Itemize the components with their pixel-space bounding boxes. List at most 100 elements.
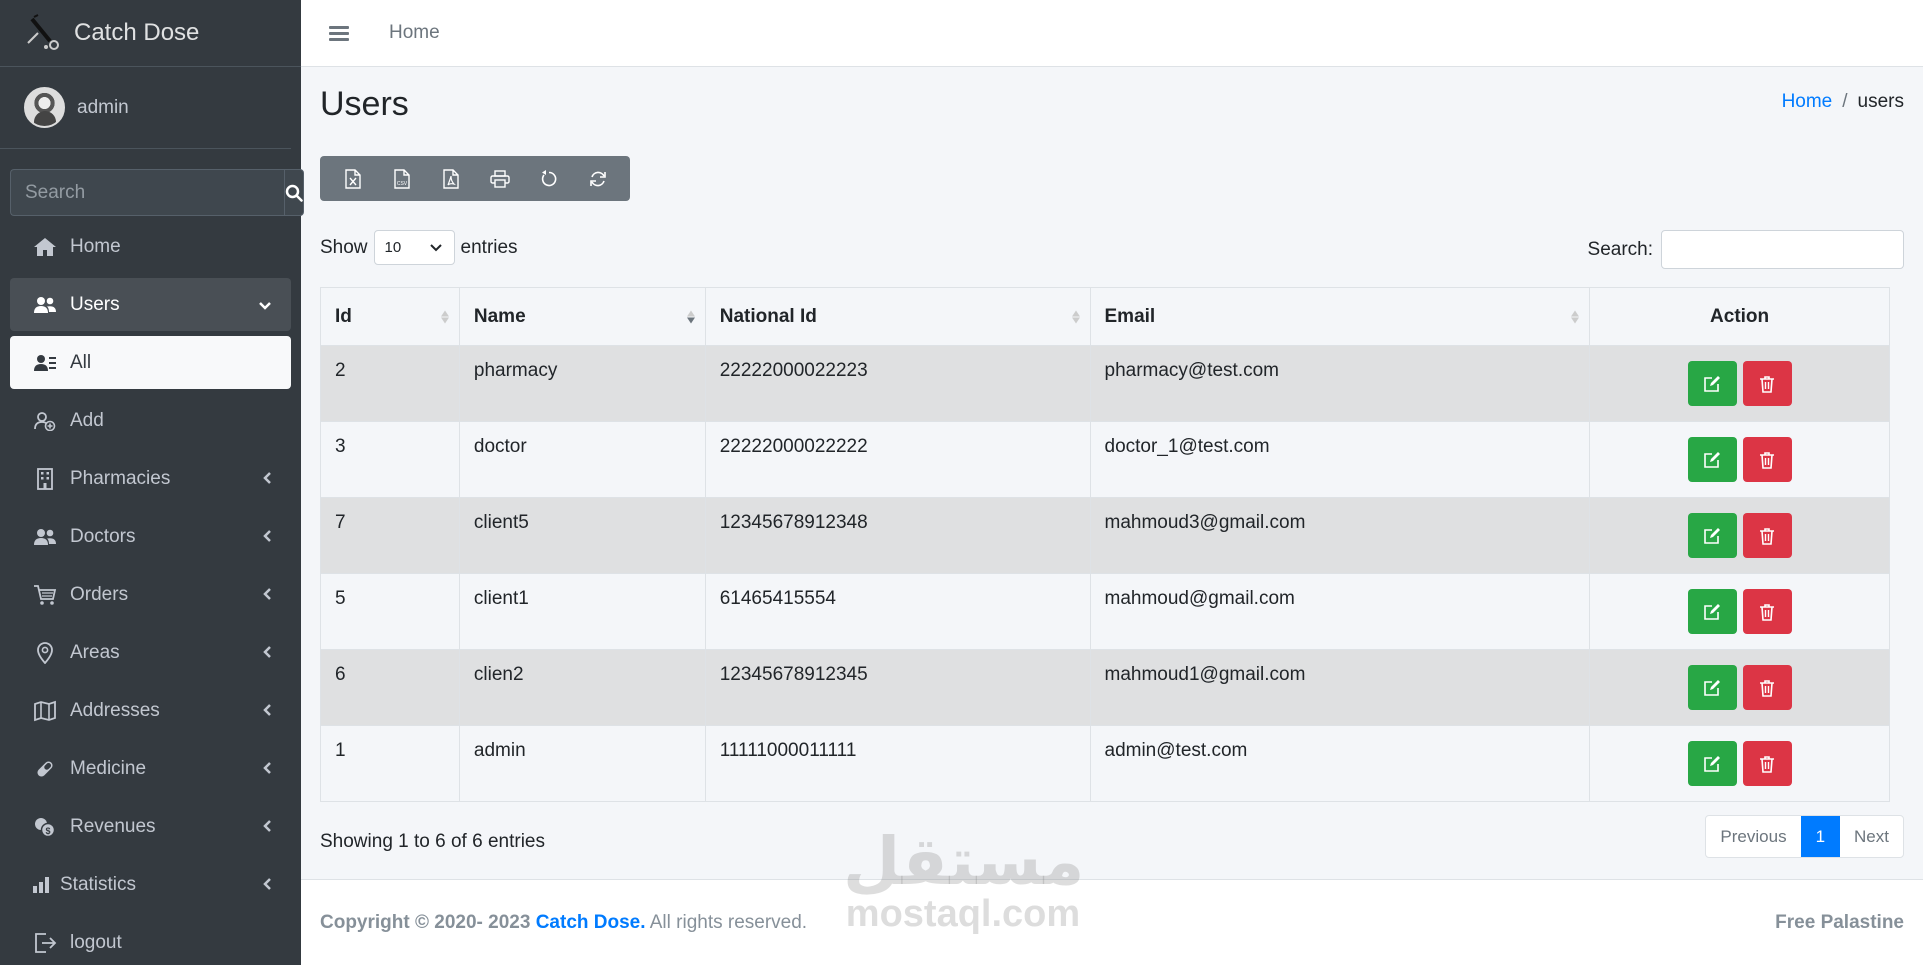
pagination: Previous 1 Next: [1705, 815, 1904, 858]
table-header-row: Id Name National Id Email Action: [320, 287, 1890, 346]
edit-button[interactable]: [1687, 513, 1737, 558]
sidebar-item-areas[interactable]: Areas: [10, 626, 291, 679]
header-home-link[interactable]: Home: [389, 22, 440, 44]
reset-button[interactable]: [524, 156, 573, 201]
chevron-left-icon: [263, 816, 271, 838]
delete-button[interactable]: [1742, 361, 1792, 406]
table-search-input[interactable]: [1661, 230, 1904, 269]
cell-email: mahmoud@gmail.com: [1089, 573, 1591, 650]
column-header-id[interactable]: Id: [320, 287, 460, 346]
sidebar-item-orders[interactable]: Orders: [10, 568, 291, 621]
trash-icon: [1760, 451, 1775, 469]
sidebar-item-pharmacies[interactable]: Pharmacies: [10, 452, 291, 505]
next-page-button[interactable]: Next: [1840, 816, 1903, 857]
chevron-left-icon: [263, 758, 271, 780]
footer-brand-link[interactable]: Catch Dose.: [536, 912, 646, 933]
previous-page-button[interactable]: Previous: [1706, 816, 1800, 857]
chevron-down-icon: [429, 243, 442, 251]
edit-button[interactable]: [1687, 741, 1737, 786]
chevron-left-icon: [263, 874, 271, 896]
table-row: 3 doctor 22222000022222 doctor_1@test.co…: [320, 421, 1890, 498]
brand-link[interactable]: Catch Dose: [0, 0, 301, 67]
sidebar-item-label: Users: [70, 293, 120, 315]
delete-button[interactable]: [1742, 589, 1792, 634]
svg-text:$: $: [45, 826, 50, 836]
delete-button[interactable]: [1742, 437, 1792, 482]
entries-length: Show 10 entries: [320, 230, 518, 265]
sidebar-item-doctors[interactable]: Doctors: [10, 510, 291, 563]
cell-national-id: 12345678912345: [704, 649, 1091, 726]
edit-icon: [1704, 527, 1721, 544]
edit-button[interactable]: [1687, 589, 1737, 634]
column-label: Email: [1104, 305, 1156, 327]
sidebar-item-addresses[interactable]: Addresses: [10, 684, 291, 737]
edit-icon: [1704, 755, 1721, 772]
user-name[interactable]: admin: [77, 97, 129, 119]
sidebar-item-label: Home: [70, 235, 121, 257]
column-header-national-id[interactable]: National Id: [704, 287, 1091, 346]
excel-export-button[interactable]: [328, 156, 377, 201]
pill-icon: [32, 756, 58, 782]
chevron-left-icon: [263, 642, 271, 664]
edit-button[interactable]: [1687, 437, 1737, 482]
column-header-email[interactable]: Email: [1089, 287, 1591, 346]
footer-copyright: Copyright © 2020- 2023 Catch Dose. All r…: [320, 912, 807, 934]
column-header-action: Action: [1589, 287, 1890, 346]
column-header-name[interactable]: Name: [458, 287, 706, 346]
coins-icon: $: [32, 814, 58, 840]
sidebar-item-medicine[interactable]: Medicine: [10, 742, 291, 795]
sidebar-item-home[interactable]: Home: [10, 220, 291, 273]
table-row: 6 clien2 12345678912345 mahmoud1@gmail.c…: [320, 649, 1890, 726]
sidebar-item-label: All: [70, 351, 92, 373]
bar-chart-icon: [28, 872, 54, 898]
footer: Copyright © 2020- 2023 Catch Dose. All r…: [301, 879, 1923, 965]
edit-button[interactable]: [1687, 361, 1737, 406]
delete-button[interactable]: [1742, 665, 1792, 710]
pdf-export-button[interactable]: [426, 156, 475, 201]
sidebar-search-button[interactable]: [284, 169, 304, 216]
menu-toggle-icon[interactable]: [329, 23, 349, 44]
trash-icon: [1760, 755, 1775, 773]
delete-button[interactable]: [1742, 513, 1792, 558]
edit-icon: [1704, 603, 1721, 620]
edit-icon: [1704, 451, 1721, 468]
print-button[interactable]: [475, 156, 524, 201]
reload-button[interactable]: [573, 156, 622, 201]
page-1-button[interactable]: 1: [1800, 816, 1841, 857]
cell-email: mahmoud3@gmail.com: [1089, 497, 1591, 574]
sidebar: Catch Dose admin Home Users All Add: [0, 0, 304, 965]
cell-national-id: 22222000022223: [704, 345, 1091, 422]
sidebar-item-add[interactable]: Add: [10, 394, 291, 447]
cell-email: mahmoud1@gmail.com: [1089, 649, 1591, 726]
edit-button[interactable]: [1687, 665, 1737, 710]
sidebar-item-label: Medicine: [70, 757, 147, 779]
home-icon: [32, 234, 58, 260]
sidebar-search: [10, 169, 304, 216]
sidebar-item-label: Statistics: [60, 873, 137, 895]
delete-button[interactable]: [1742, 741, 1792, 786]
csv-export-button[interactable]: CSV: [377, 156, 426, 201]
sidebar-item-statistics[interactable]: Statistics: [10, 858, 291, 911]
reload-icon: [589, 171, 606, 186]
table-row: 1 admin 11111000011111 admin@test.com: [320, 725, 1890, 802]
entries-select[interactable]: 10: [373, 230, 455, 265]
cell-id: 1: [320, 725, 460, 802]
copyright-text: Copyright © 2020- 2023: [320, 911, 531, 933]
cell-name: client5: [458, 497, 706, 574]
user-panel[interactable]: admin: [0, 67, 291, 149]
sidebar-item-users[interactable]: Users: [10, 278, 291, 331]
sidebar-search-input[interactable]: [10, 169, 284, 216]
sidebar-item-revenues[interactable]: $ Revenues: [10, 800, 291, 853]
sidebar-item-logout[interactable]: logout: [10, 916, 291, 965]
user-list-icon: [32, 350, 58, 376]
cell-id: 7: [320, 497, 460, 574]
breadcrumb: Home / users: [1782, 91, 1904, 113]
trash-icon: [1760, 375, 1775, 393]
breadcrumb-home[interactable]: Home: [1782, 91, 1833, 113]
sidebar-item-all[interactable]: All: [10, 336, 291, 389]
cell-national-id: 12345678912348: [704, 497, 1091, 574]
trash-icon: [1760, 603, 1775, 621]
sort-icon: [440, 310, 449, 323]
brand-logo-icon: [27, 14, 59, 50]
export-toolbar: CSV: [320, 156, 630, 201]
